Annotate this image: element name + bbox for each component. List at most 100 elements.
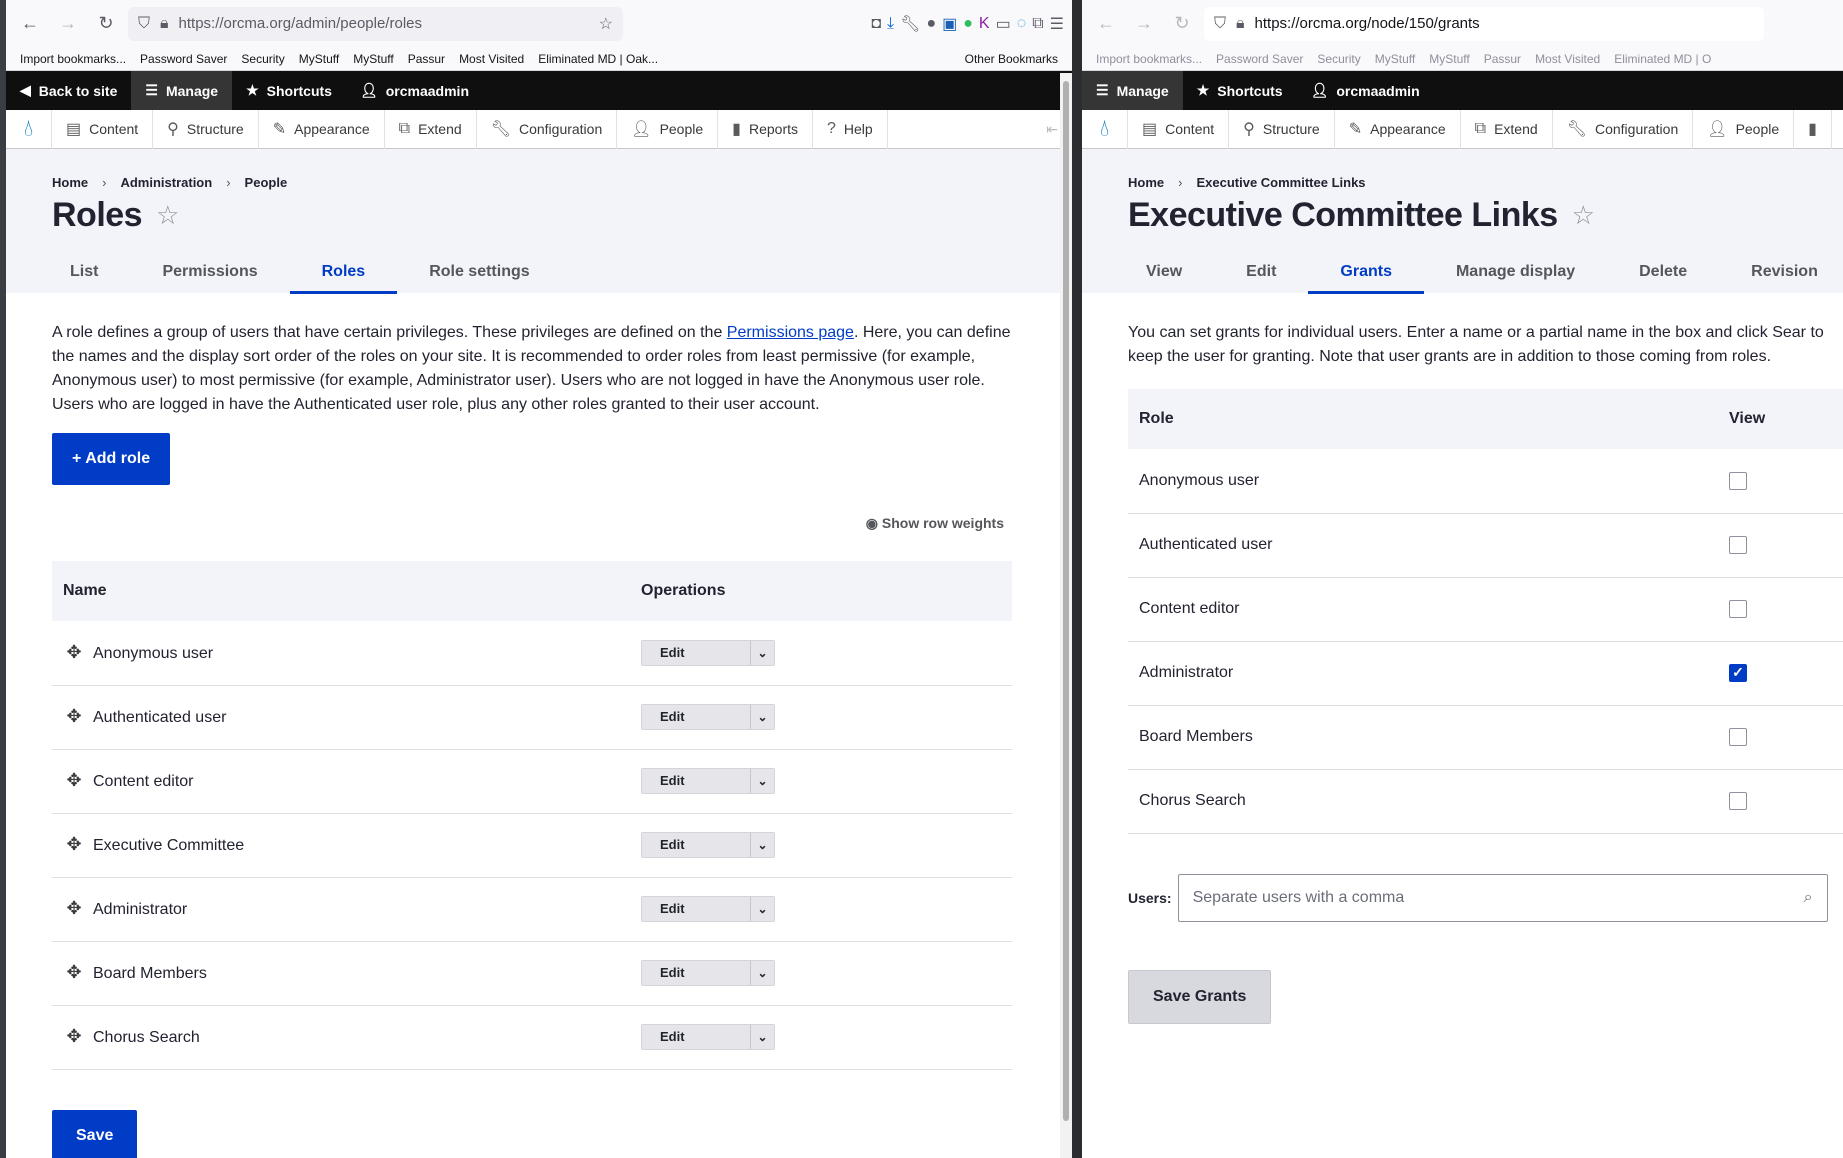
forward-arrow-icon[interactable]: → (52, 8, 84, 40)
bookmark-item[interactable]: MyStuff (353, 52, 393, 66)
pocket-icon[interactable]: ◘ (871, 15, 881, 33)
edit-button[interactable]: Edit (642, 833, 750, 857)
show-row-weights-link[interactable]: ◉ Show row weights (52, 511, 1012, 535)
tray-item-configuration[interactable]: 🔧︎ Configuration (1553, 109, 1694, 149)
bookmark-item[interactable]: Import bookmarks... (20, 52, 126, 66)
tab-manage-display[interactable]: Manage display (1424, 249, 1607, 294)
drag-handle-icon[interactable]: ✥ (63, 704, 85, 728)
drupal-logo-icon[interactable]: 💧︎ (6, 109, 52, 149)
tray-item-people[interactable]: 👤︎ People (1693, 109, 1795, 149)
drag-handle-icon[interactable]: ✥ (63, 768, 85, 792)
chevron-down-icon[interactable]: ⌄ (750, 833, 774, 857)
tray-item-structure[interactable]: ⚲ Structure (153, 109, 259, 149)
breadcrumb-people[interactable]: People (245, 175, 288, 190)
download-icon[interactable]: ⤓ (887, 15, 894, 33)
edit-dropbutton[interactable]: Edit ⌄ (641, 704, 775, 730)
address-bar[interactable]: ⛉ 🔒︎ https://orcma.org/node/150/grants (1204, 6, 1764, 41)
bookmark-item[interactable]: Most Visited (1535, 52, 1600, 66)
vertical-scrollbar[interactable] (1060, 73, 1072, 1158)
tray-item-reports[interactable]: ▮ (1794, 109, 1832, 149)
tray-item-content[interactable]: ▤ Content (1128, 109, 1230, 149)
scrollbar-thumb[interactable] (1063, 81, 1069, 1121)
evernote-icon[interactable]: ● (963, 15, 973, 33)
edit-button[interactable]: Edit (642, 705, 750, 729)
edit-dropbutton[interactable]: Edit ⌄ (641, 832, 775, 858)
drag-handle-icon[interactable]: ✥ (63, 640, 85, 664)
chevron-down-icon[interactable]: ⌄ (750, 1025, 774, 1049)
wrench-icon[interactable]: 🔧︎ (900, 14, 920, 34)
save-button[interactable]: Save (52, 1109, 138, 1158)
chevron-down-icon[interactable]: ⌄ (750, 705, 774, 729)
favorite-star-icon[interactable]: ☆ (156, 200, 179, 231)
edit-dropbutton[interactable]: Edit ⌄ (641, 896, 775, 922)
tray-item-appearance[interactable]: ✎ Appearance (259, 109, 385, 149)
bookmark-item[interactable]: Most Visited (459, 52, 524, 66)
menu-icon[interactable]: ☰ (1050, 14, 1064, 34)
tab-view[interactable]: View (1114, 249, 1214, 294)
breadcrumb-home[interactable]: Home (52, 175, 88, 190)
bookmark-item[interactable]: Passur (1484, 52, 1521, 66)
edit-dropbutton[interactable]: Edit ⌄ (641, 960, 775, 986)
tab-edit[interactable]: Edit (1214, 249, 1308, 294)
view-checkbox[interactable] (1729, 535, 1747, 554)
drag-handle-icon[interactable]: ✥ (63, 832, 85, 856)
view-checkbox[interactable] (1729, 727, 1747, 746)
tray-item-structure[interactable]: ⚲ Structure (1229, 109, 1335, 149)
bookmark-item[interactable]: MyStuff (1375, 52, 1415, 66)
edit-dropbutton[interactable]: Edit ⌄ (641, 1024, 775, 1050)
users-input[interactable]: Separate users with a comma ⌕ (1177, 873, 1828, 922)
tray-item-appearance[interactable]: ✎ Appearance (1335, 109, 1461, 149)
tray-item-configuration[interactable]: 🔧︎ Configuration (477, 109, 618, 149)
breadcrumb-administration[interactable]: Administration (120, 175, 212, 190)
tray-item-people[interactable]: 👤︎ People (617, 109, 719, 149)
bookmark-item[interactable]: Password Saver (140, 52, 227, 66)
view-checkbox[interactable] (1729, 471, 1747, 490)
tab-delete[interactable]: Delete (1607, 249, 1719, 294)
extensions-puzzle-icon[interactable]: ⧉ (1032, 15, 1043, 33)
favorite-star-icon[interactable]: ☆ (1572, 200, 1595, 231)
view-checkbox[interactable] (1729, 791, 1747, 810)
shortcuts-tab[interactable]: ★ Shortcuts (1183, 71, 1297, 110)
manage-tab[interactable]: ☰ Manage (1082, 71, 1183, 110)
bookmark-item[interactable]: MyStuff (299, 52, 339, 66)
extension-j-icon[interactable]: ● (926, 15, 936, 33)
forward-arrow-icon[interactable]: → (1128, 8, 1160, 40)
tab-list[interactable]: List (38, 249, 130, 294)
tray-item-extend[interactable]: ⧉ Extend (385, 109, 477, 149)
extension-badge-icon[interactable]: ▣ (942, 14, 957, 34)
tray-item-content[interactable]: ▤ Content (52, 109, 154, 149)
bookmark-item[interactable]: Import bookmarks... (1096, 52, 1202, 66)
chevron-down-icon[interactable]: ⌄ (750, 640, 774, 665)
edit-button[interactable]: Edit (642, 897, 750, 921)
drupal-logo-icon[interactable]: 💧︎ (1082, 109, 1128, 149)
permissions-page-link[interactable]: Permissions page (727, 324, 854, 341)
breadcrumb-node[interactable]: Executive Committee Links (1196, 175, 1365, 190)
view-checkbox-checked[interactable]: ✓ (1729, 663, 1747, 682)
chevron-down-icon[interactable]: ⌄ (750, 897, 774, 921)
screenshot-icon[interactable]: ▭ (996, 14, 1011, 34)
edit-dropbutton[interactable]: Edit ⌄ (641, 768, 775, 794)
edit-button[interactable]: Edit (642, 1025, 750, 1049)
bookmark-other[interactable]: Other Bookmarks (965, 52, 1058, 66)
tab-role-settings[interactable]: Role settings (397, 249, 561, 294)
bookmark-item[interactable]: MyStuff (1429, 52, 1469, 66)
edit-button[interactable]: Edit (642, 641, 750, 665)
save-grants-button[interactable]: Save Grants (1128, 969, 1272, 1024)
user-tab[interactable]: 👤︎ orcmaadmin (1297, 71, 1434, 110)
bookmark-item[interactable]: Passur (408, 52, 445, 66)
edit-button[interactable]: Edit (642, 769, 750, 793)
reload-icon[interactable]: ↻ (90, 8, 122, 40)
tray-item-reports[interactable]: ▮ Reports (718, 109, 813, 149)
extension-chat-icon[interactable]: ◌ (1017, 15, 1027, 33)
edit-button[interactable]: Edit (642, 961, 750, 985)
back-to-site-link[interactable]: ◀ Back to site (6, 71, 131, 110)
drag-handle-icon[interactable]: ✥ (63, 896, 85, 920)
back-arrow-icon[interactable]: ← (1090, 8, 1122, 40)
chevron-down-icon[interactable]: ⌄ (750, 961, 774, 985)
chevron-down-icon[interactable]: ⌄ (750, 769, 774, 793)
bookmark-item[interactable]: Security (1317, 52, 1360, 66)
bookmark-item[interactable]: Security (241, 52, 284, 66)
search-icon[interactable]: ⌕ (1804, 886, 1813, 910)
reload-icon[interactable]: ↻ (1166, 8, 1198, 40)
drag-handle-icon[interactable]: ✥ (63, 1024, 85, 1048)
